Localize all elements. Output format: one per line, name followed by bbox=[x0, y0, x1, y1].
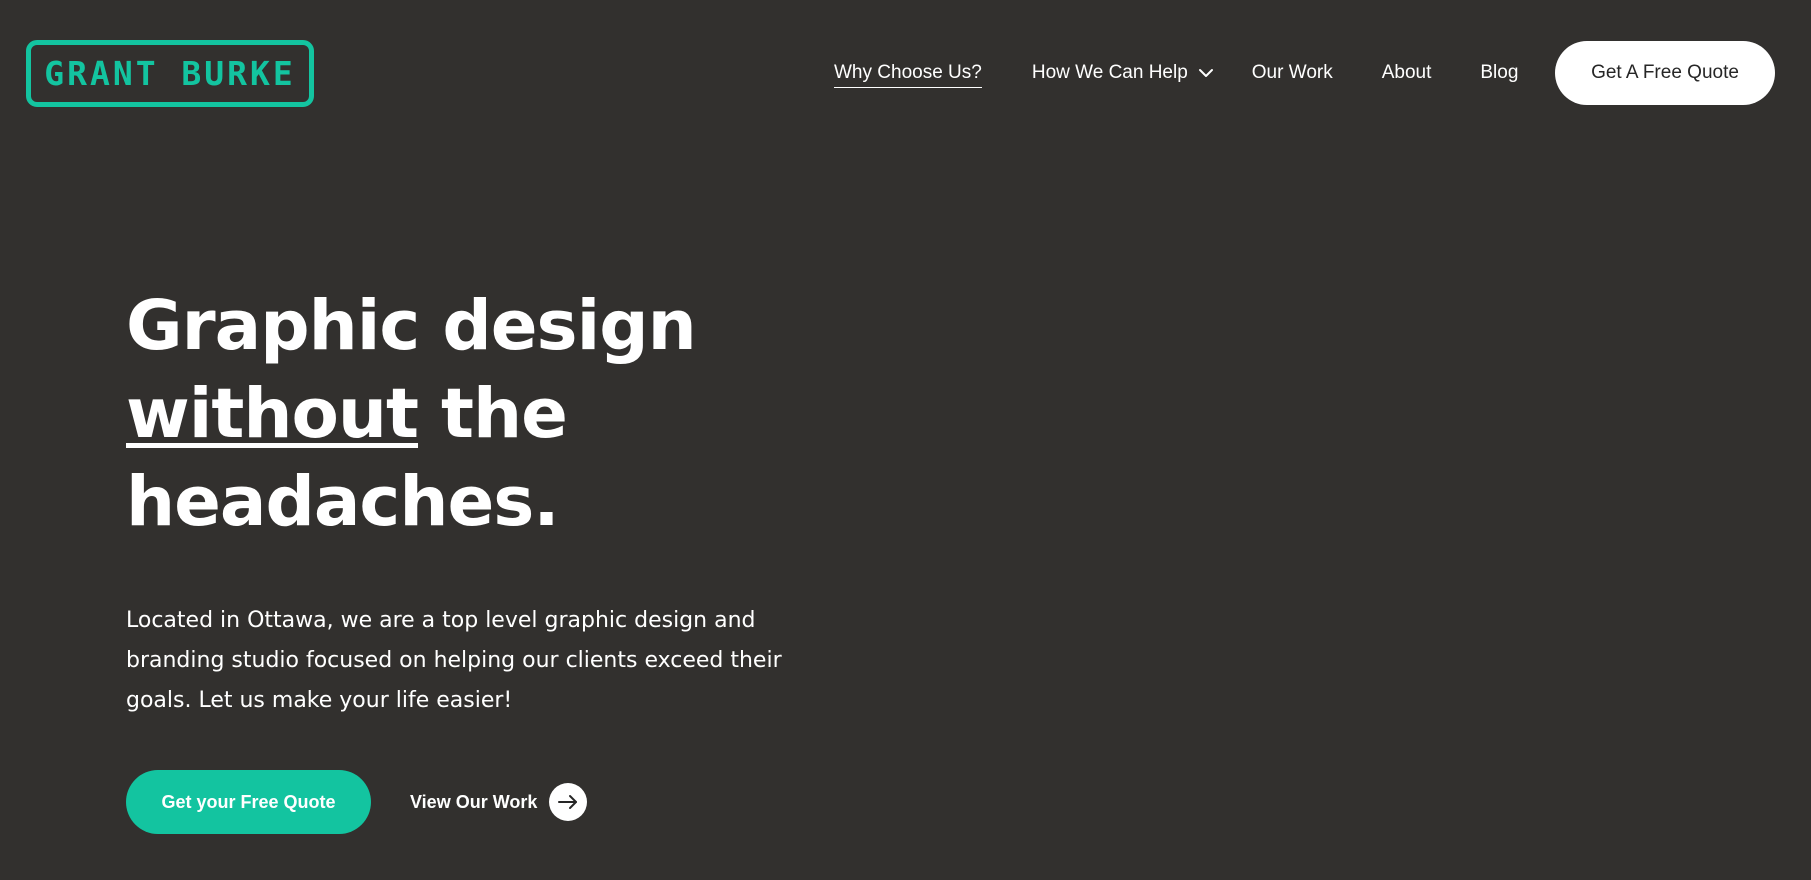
nav-why-choose-us[interactable]: Why Choose Us? bbox=[834, 62, 982, 88]
hero-title-line3: headaches. bbox=[126, 462, 560, 542]
logo[interactable]: GRANT BURKE bbox=[26, 40, 314, 107]
hero-description: Located in Ottawa, we are a top level gr… bbox=[126, 608, 782, 713]
arrow-right-icon[interactable] bbox=[549, 783, 588, 821]
logo-text: GRANT BURKE bbox=[44, 54, 296, 93]
nav-about[interactable]: About bbox=[1382, 62, 1432, 84]
hero-title-line1: Graphic design bbox=[126, 286, 697, 366]
main-nav: Why Choose Us? How We Can Help Our Work … bbox=[800, 40, 1518, 105]
nav-our-work[interactable]: Our Work bbox=[1252, 62, 1333, 84]
nav-how-we-can-help[interactable]: How We Can Help bbox=[1032, 62, 1214, 84]
nav-how-we-can-help-label[interactable]: How We Can Help bbox=[1032, 62, 1188, 84]
chevron-down-icon[interactable] bbox=[1198, 67, 1214, 79]
get-free-quote-button[interactable]: Get A Free Quote bbox=[1555, 41, 1775, 105]
hero-title-emphasis: without bbox=[126, 374, 419, 454]
get-your-free-quote-button[interactable]: Get your Free Quote bbox=[126, 770, 371, 834]
hero-title-line2-rest: the bbox=[418, 374, 568, 454]
view-our-work-link[interactable]: View Our Work bbox=[410, 782, 588, 822]
view-our-work-label: View Our Work bbox=[410, 791, 538, 812]
page: GRANT BURKE Why Choose Us? How We Can He… bbox=[0, 0, 1811, 880]
nav-blog[interactable]: Blog bbox=[1480, 62, 1518, 84]
hero-title: Graphic design without the headaches. bbox=[126, 282, 846, 546]
